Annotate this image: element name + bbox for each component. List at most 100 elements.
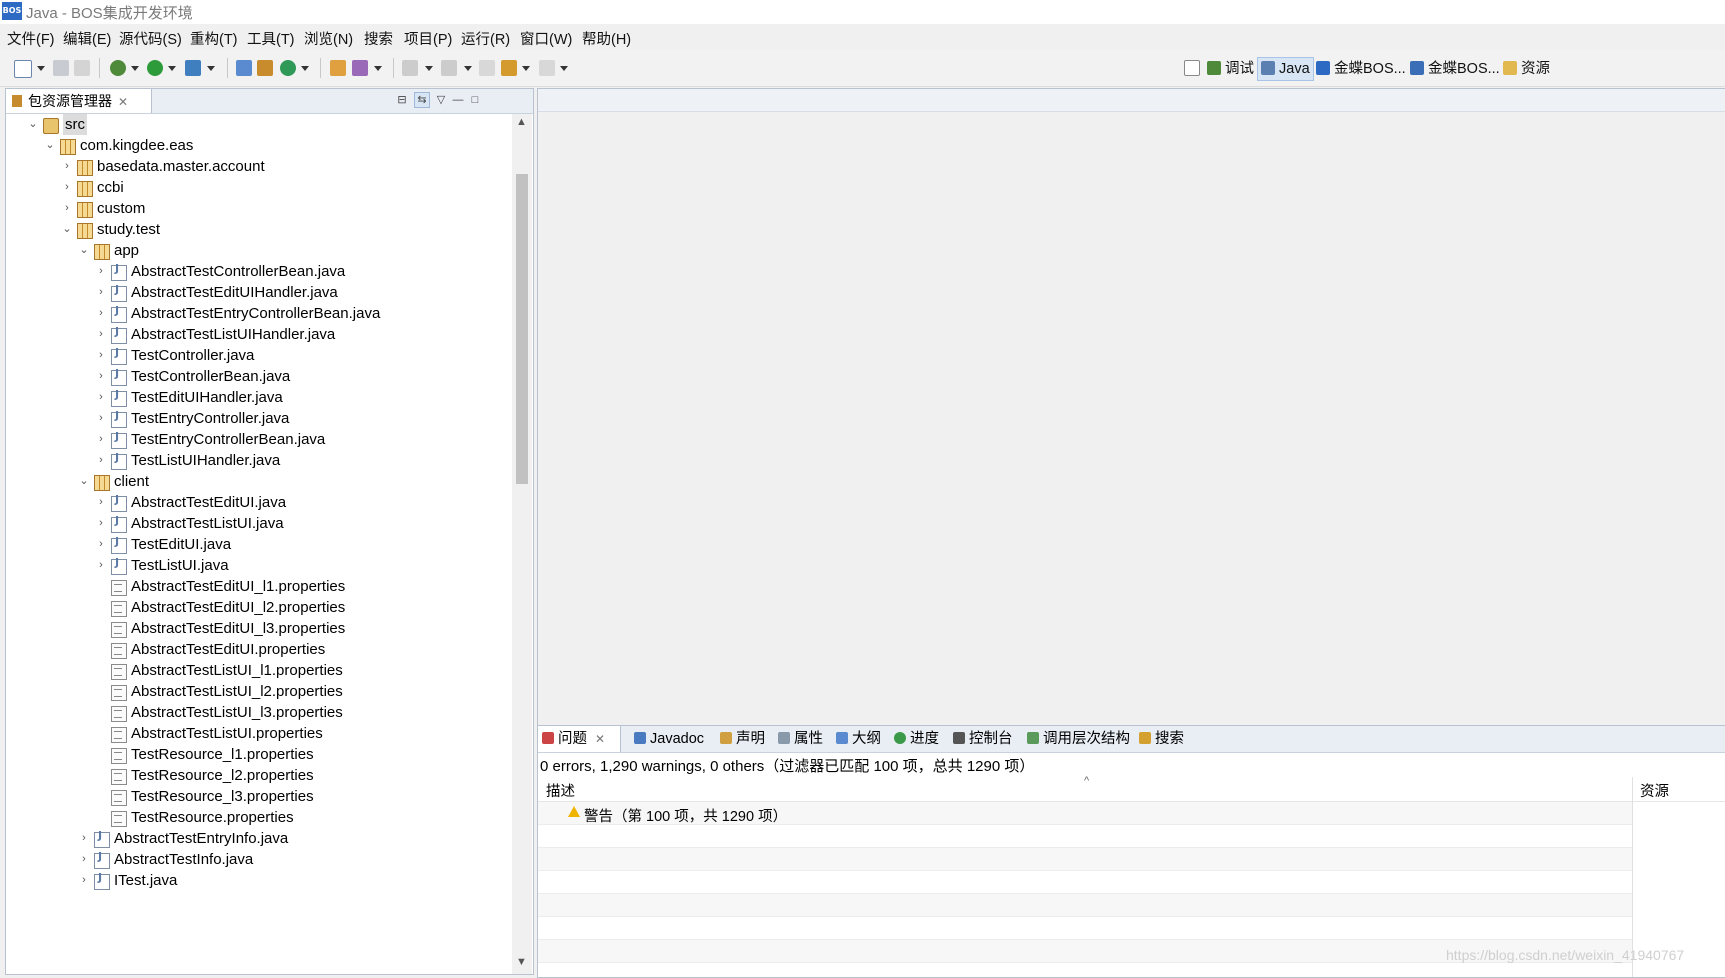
menu-navigate[interactable]: 浏览(N) <box>304 28 353 49</box>
chevron-right-icon[interactable]: › <box>95 492 107 513</box>
column-description[interactable]: 描述 <box>546 780 575 801</box>
chevron-down-icon[interactable]: ⌄ <box>78 471 90 492</box>
chevron-down-icon[interactable]: ⌄ <box>61 219 73 240</box>
tree-item[interactable]: › AbstractTestInfo.java <box>6 849 512 870</box>
new-class-icon[interactable] <box>257 60 273 76</box>
perspective-debug[interactable]: 调试 <box>1204 58 1257 80</box>
menu-tools[interactable]: 工具(T) <box>247 28 295 49</box>
perspective-resource[interactable]: 资源 <box>1500 58 1553 80</box>
chevron-right-icon[interactable]: › <box>95 429 107 450</box>
tab-properties[interactable]: 属性 <box>774 726 823 752</box>
perspective-kingdee-bos-1[interactable]: 金蝶BOS... <box>1313 58 1409 80</box>
print-icon[interactable] <box>74 60 90 76</box>
new-package-icon[interactable] <box>236 60 252 76</box>
tree-item[interactable]: › AbstractTestEditUIHandler.java <box>6 282 512 303</box>
chevron-right-icon[interactable]: › <box>78 870 90 891</box>
chevron-right-icon[interactable]: › <box>61 198 73 219</box>
tree-item[interactable]: › AbstractTestEntryControllerBean.java <box>6 303 512 324</box>
back-icon[interactable] <box>501 60 517 76</box>
chevron-down-icon[interactable]: ⌄ <box>78 240 90 261</box>
tab-progress[interactable]: 进度 <box>890 726 939 752</box>
tree-item[interactable]: ⌄ client <box>6 471 512 492</box>
chevron-right-icon[interactable]: › <box>61 156 73 177</box>
chevron-right-icon[interactable]: › <box>95 387 107 408</box>
menu-project[interactable]: 项目(P) <box>404 28 452 49</box>
tree-item[interactable]: › basedata.master.account <box>6 156 512 177</box>
chevron-right-icon[interactable]: › <box>95 366 107 387</box>
tree-item[interactable]: ⌄ src <box>6 114 512 135</box>
tab-problems[interactable]: 问题 ✕ <box>538 726 621 752</box>
save-icon[interactable] <box>53 60 69 76</box>
open-perspective-icon[interactable] <box>1184 60 1200 76</box>
chevron-right-icon[interactable]: › <box>78 828 90 849</box>
tree-item[interactable]: › TestEditUI.java <box>6 534 512 555</box>
forward-dropdown-icon[interactable] <box>560 66 568 71</box>
chevron-right-icon[interactable]: › <box>61 177 73 198</box>
run-icon[interactable] <box>147 60 163 76</box>
menu-help[interactable]: 帮助(H) <box>582 28 631 49</box>
tree-item[interactable]: › AbstractTestListUI.java <box>6 513 512 534</box>
next-annotation-icon[interactable] <box>402 60 418 76</box>
tree-item[interactable]: AbstractTestListUI.properties <box>6 723 512 744</box>
tree-item[interactable]: › TestController.java <box>6 345 512 366</box>
prev-annotation-dropdown-icon[interactable] <box>464 66 472 71</box>
scrollbar-thumb[interactable] <box>516 174 528 484</box>
tree-item[interactable]: AbstractTestEditUI_l3.properties <box>6 618 512 639</box>
view-menu-icon[interactable]: ▽ <box>434 93 448 107</box>
close-icon[interactable]: ✕ <box>595 732 605 746</box>
chevron-right-icon[interactable]: › <box>95 555 107 576</box>
menu-edit[interactable]: 编辑(E) <box>63 28 111 49</box>
chevron-right-icon[interactable]: › <box>95 534 107 555</box>
menu-file[interactable]: 文件(F) <box>7 28 55 49</box>
new-java-icon[interactable] <box>280 60 296 76</box>
tree-scrollbar[interactable]: ▲ ▼ <box>512 114 532 974</box>
scroll-up-icon[interactable]: ▲ <box>516 116 527 128</box>
tree-item[interactable]: › TestEntryControllerBean.java <box>6 429 512 450</box>
tree-item[interactable]: › TestEntryController.java <box>6 408 512 429</box>
chevron-right-icon[interactable]: › <box>95 513 107 534</box>
tree-item[interactable]: ⌄ study.test <box>6 219 512 240</box>
tree-item[interactable]: ⌄ app <box>6 240 512 261</box>
open-type-icon[interactable] <box>330 60 346 76</box>
tree-item[interactable]: › AbstractTestEditUI.java <box>6 492 512 513</box>
chevron-right-icon[interactable]: › <box>95 261 107 282</box>
tree-item[interactable]: AbstractTestListUI_l2.properties <box>6 681 512 702</box>
chevron-right-icon[interactable]: › <box>95 450 107 471</box>
chevron-right-icon[interactable]: › <box>78 849 90 870</box>
tab-search[interactable]: 搜索 <box>1135 726 1184 752</box>
new-java-dropdown-icon[interactable] <box>301 66 309 71</box>
perspective-java[interactable]: Java <box>1257 57 1314 81</box>
table-row[interactable]: 警告（第 100 项，共 1290 项） <box>538 802 1632 825</box>
chevron-right-icon[interactable]: › <box>95 282 107 303</box>
tree-item[interactable]: TestResource_l2.properties <box>6 765 512 786</box>
chevron-right-icon[interactable]: › <box>95 408 107 429</box>
prev-annotation-icon[interactable] <box>441 60 457 76</box>
close-icon[interactable]: ✕ <box>118 95 128 109</box>
tree-item[interactable]: AbstractTestEditUI_l2.properties <box>6 597 512 618</box>
menu-search[interactable]: 搜索 <box>364 28 393 49</box>
tab-call-hierarchy[interactable]: 调用层次结构 <box>1023 726 1130 752</box>
menu-run[interactable]: 运行(R) <box>461 28 510 49</box>
tree-item[interactable]: ⌄ com.kingdee.eas <box>6 135 512 156</box>
search-tool-dropdown-icon[interactable] <box>374 66 382 71</box>
next-annotation-dropdown-icon[interactable] <box>425 66 433 71</box>
chevron-right-icon[interactable]: › <box>95 303 107 324</box>
tree-item[interactable]: TestResource_l3.properties <box>6 786 512 807</box>
menu-window[interactable]: 窗口(W) <box>520 28 572 49</box>
minimize-icon[interactable]: — <box>451 93 465 107</box>
tree-item[interactable]: › TestEditUIHandler.java <box>6 387 512 408</box>
tree-item[interactable]: › TestControllerBean.java <box>6 366 512 387</box>
back-dropdown-icon[interactable] <box>522 66 530 71</box>
tab-console[interactable]: 控制台 <box>949 726 1013 752</box>
menu-source[interactable]: 源代码(S) <box>119 28 182 49</box>
debug-dropdown-icon[interactable] <box>131 66 139 71</box>
tree-item[interactable]: › TestListUI.java <box>6 555 512 576</box>
run-dropdown-icon[interactable] <box>168 66 176 71</box>
search-tool-icon[interactable] <box>352 60 368 76</box>
tree-item[interactable]: › AbstractTestControllerBean.java <box>6 261 512 282</box>
tree-item[interactable]: › AbstractTestEntryInfo.java <box>6 828 512 849</box>
tree-item[interactable]: › custom <box>6 198 512 219</box>
link-with-editor-icon[interactable]: ⇆ <box>414 92 430 108</box>
tree-item[interactable]: AbstractTestListUI_l3.properties <box>6 702 512 723</box>
tree-item[interactable]: › ITest.java <box>6 870 512 891</box>
